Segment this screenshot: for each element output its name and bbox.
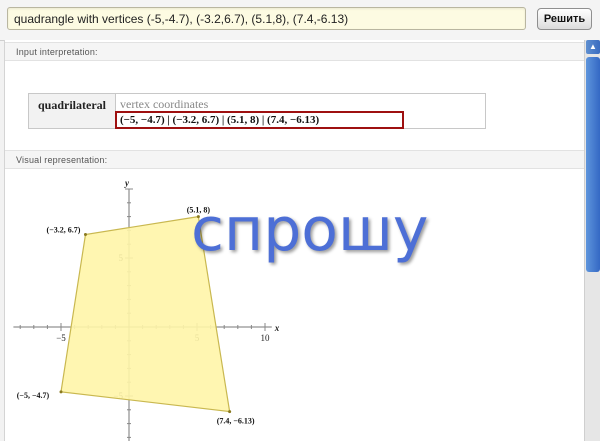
x-tick-label: 10 [261, 333, 271, 343]
vertex-label: (−3.2, 6.7) [47, 226, 81, 235]
x-tick-label: −5 [56, 333, 66, 343]
query-bar: quadrangle with vertices (-5,-4.7), (-3.… [0, 0, 600, 41]
overlay-watermark-text: спрошу [191, 195, 428, 265]
polygon-plot: −55105−5xy (−5, −4.7)(−3.2, 6.7)(5.1, 8)… [13, 178, 428, 441]
x-axis-label: x [274, 323, 280, 333]
results-panel: Input interpretation: quadrilateral vert… [4, 40, 585, 441]
y-axis-label: y [124, 178, 130, 188]
vertex-point [59, 390, 63, 394]
query-input[interactable]: quadrangle with vertices (-5,-4.7), (-3.… [7, 7, 526, 30]
vertical-scrollbar[interactable]: ▲ [584, 40, 600, 441]
submit-button[interactable]: Решить [537, 8, 592, 30]
vertex-point [228, 410, 232, 414]
scroll-up-arrow-icon[interactable]: ▲ [586, 40, 600, 54]
vertex-label: (−5, −4.7) [17, 391, 50, 400]
vertex-point [83, 233, 87, 237]
scroll-thumb[interactable] [586, 57, 600, 272]
vertex-label: (7.4, −6.13) [217, 417, 255, 426]
